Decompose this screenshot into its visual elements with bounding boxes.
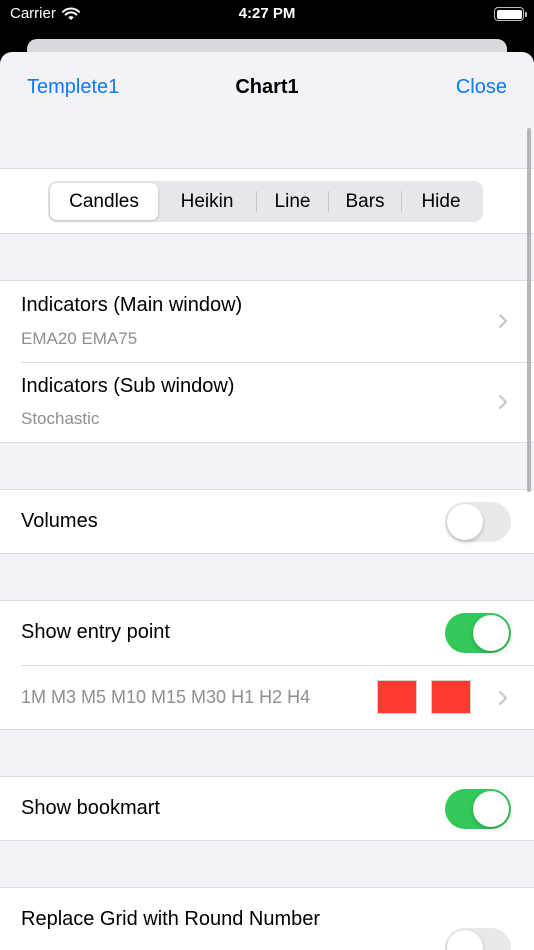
segment-label: Bars <box>345 190 385 212</box>
volumes-group: Volumes <box>0 489 534 554</box>
entry-color-swatch-1[interactable] <box>377 680 417 714</box>
status-time: 4:27 PM <box>238 5 296 22</box>
entry-point-toggle[interactable] <box>445 613 511 653</box>
template-button[interactable]: Templete1 <box>27 76 119 99</box>
volumes-row: Volumes <box>0 490 534 554</box>
indicators-group: Indicators (Main window) EMA20 EMA75 Ind… <box>0 280 534 443</box>
status-bar: Carrier 4:27 PM <box>0 0 534 30</box>
segment-bars[interactable]: Bars <box>329 183 401 220</box>
battery-icon <box>494 7 527 21</box>
indicators-sub-title: Indicators (Sub window) <box>21 375 235 397</box>
indicators-sub-row[interactable]: Indicators (Sub window) Stochastic <box>0 363 534 444</box>
indicators-main-value: EMA20 EMA75 <box>21 329 138 348</box>
volumes-toggle[interactable] <box>445 502 511 542</box>
grid-group: Replace Grid with Round Number <box>0 887 534 950</box>
segment-label: Hide <box>421 190 461 212</box>
segment-heikin[interactable]: Heikin <box>158 183 256 220</box>
entry-point-label: Show entry point <box>21 621 170 643</box>
timeframes-label: 1M M3 M5 M10 M15 M30 H1 H2 H4 <box>21 687 311 707</box>
segment-label: Heikin <box>180 190 234 212</box>
chevron-right-icon <box>499 395 507 409</box>
settings-sheet: Templete1 Chart1 Close Candles Heikin Li… <box>0 52 534 950</box>
close-button[interactable]: Close <box>456 76 507 99</box>
segment-candles[interactable]: Candles <box>50 183 158 220</box>
chevron-right-icon <box>499 691 507 705</box>
indicators-sub-value: Stochastic <box>21 409 100 428</box>
entry-color-swatch-2[interactable] <box>431 680 471 714</box>
segment-line[interactable]: Line <box>257 183 328 220</box>
nav-bar: Templete1 Chart1 Close <box>0 52 534 124</box>
indicators-main-title: Indicators (Main window) <box>21 294 243 316</box>
volumes-label: Volumes <box>21 510 98 532</box>
segment-hide[interactable]: Hide <box>402 183 480 220</box>
bookmark-group: Show bookmart <box>0 776 534 841</box>
chart-type-segmented-control[interactable]: Candles Heikin Line Bars Hide <box>48 181 483 222</box>
entry-point-group: Show entry point 1M M3 M5 M10 M15 M30 H1… <box>0 600 534 730</box>
grid-label: Replace Grid with Round Number <box>21 908 321 930</box>
scroll-indicator[interactable] <box>527 128 531 492</box>
chart-type-group: Candles Heikin Line Bars Hide <box>0 168 534 234</box>
grid-toggle[interactable] <box>445 928 511 950</box>
segment-label: Line <box>274 190 311 212</box>
bookmark-row: Show bookmart <box>0 777 534 841</box>
bookmark-label: Show bookmart <box>21 797 160 819</box>
indicators-main-row[interactable]: Indicators (Main window) EMA20 EMA75 <box>0 281 534 362</box>
grid-row: Replace Grid with Round Number <box>0 888 534 950</box>
chevron-right-icon <box>499 314 507 328</box>
bookmark-toggle[interactable] <box>445 789 511 829</box>
entry-point-row: Show entry point <box>0 601 534 665</box>
segment-label: Candles <box>69 190 139 212</box>
entry-point-settings-row[interactable]: 1M M3 M5 M10 M15 M30 H1 H2 H4 <box>0 666 534 730</box>
